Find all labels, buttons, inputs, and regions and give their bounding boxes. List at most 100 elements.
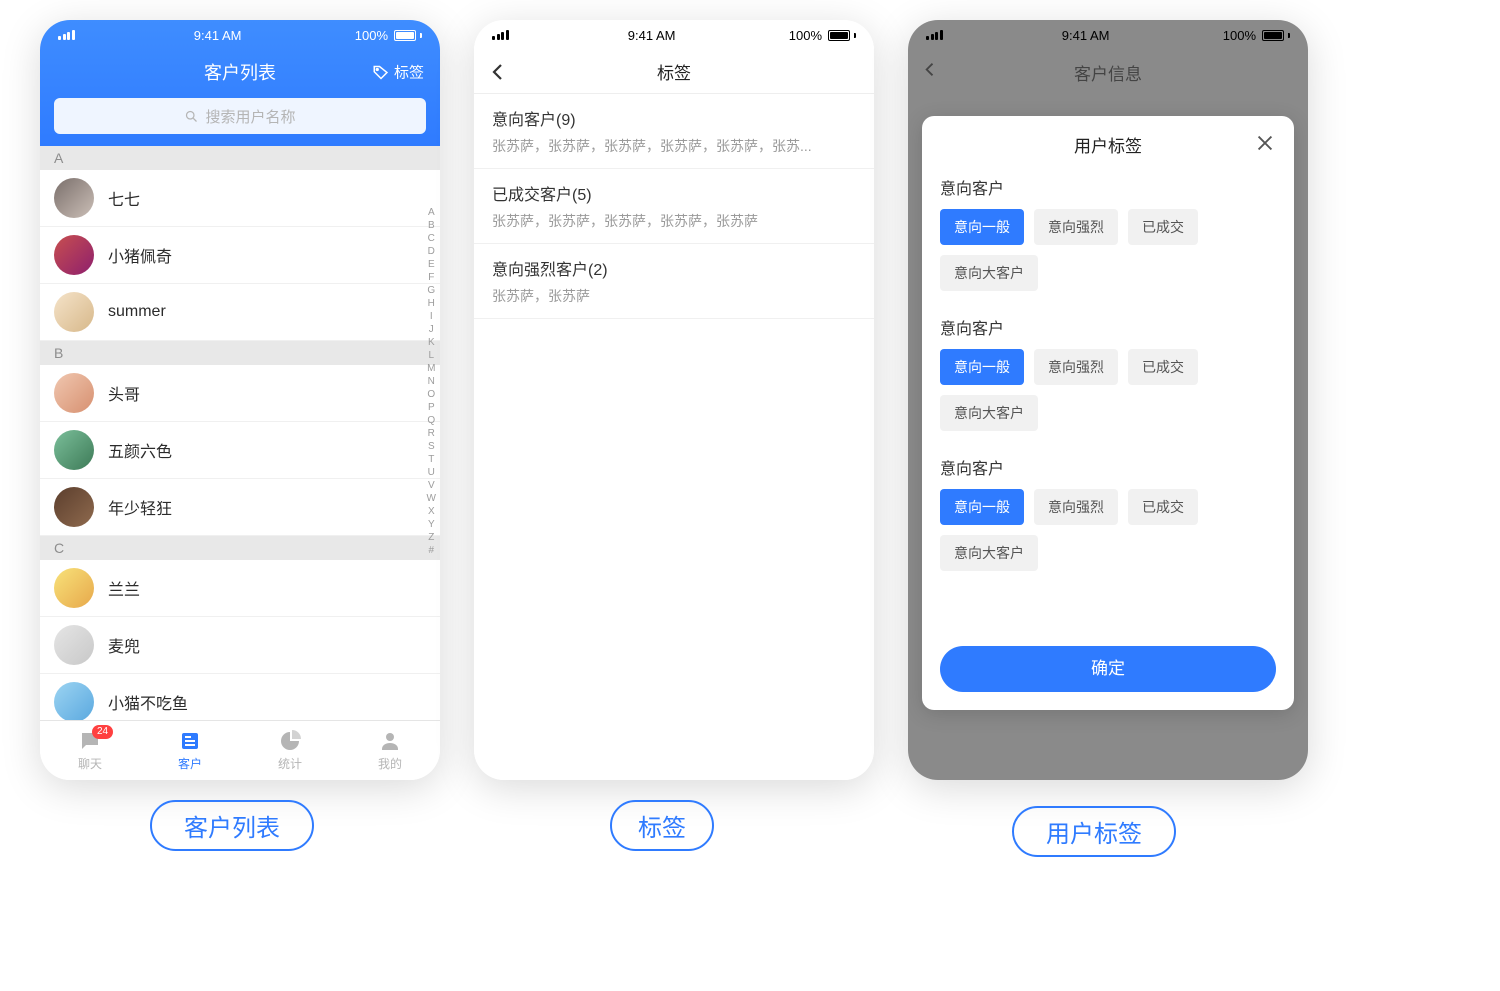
avatar (54, 568, 94, 608)
status-time: 9:41 AM (81, 28, 355, 43)
tag-chip[interactable]: 意向强烈 (1034, 209, 1118, 245)
tag-chip[interactable]: 已成交 (1128, 209, 1198, 245)
tab-stats[interactable]: 统计 (240, 721, 340, 780)
customers-icon (178, 729, 202, 753)
tag-chip[interactable]: 意向一般 (940, 209, 1024, 245)
contact-row[interactable]: 兰兰 (40, 560, 440, 617)
tag-chip[interactable]: 已成交 (1128, 489, 1198, 525)
nav-bar: 客户列表 标签 (40, 50, 440, 94)
stats-icon (278, 729, 302, 753)
avatar (54, 430, 94, 470)
group-title: 意向客户 (940, 455, 1276, 479)
caption-pill: 用户标签 (1012, 806, 1176, 857)
tags-modal: 用户标签 意向客户 意向一般 意向强烈 已成交 意向大客户 意向客户 意向一般 … (922, 116, 1294, 710)
phone-user-tags-modal: 9:41 AM 100% 客户信息 用户标签 意向客户 意向一般 意向强烈 已成… (908, 20, 1308, 780)
contact-row[interactable]: summer (40, 284, 440, 341)
contact-list[interactable]: A 七七 小猪佩奇 summer B 头哥 五颜六色 年少轻狂 C 兰兰 麦兜 … (40, 146, 440, 720)
caption-pill: 标签 (610, 800, 714, 851)
tag-section[interactable]: 已成交客户(5) 张苏萨，张苏萨，张苏萨，张苏萨，张苏萨 (474, 169, 874, 244)
badge: 24 (92, 725, 113, 739)
tag-chip[interactable]: 意向一般 (940, 349, 1024, 385)
avatar (54, 292, 94, 332)
search-icon (184, 109, 199, 124)
contact-row[interactable]: 七七 (40, 170, 440, 227)
tab-chat[interactable]: 24 聊天 (40, 721, 140, 780)
search-input[interactable]: 搜索用户名称 (54, 98, 426, 134)
back-button[interactable] (920, 60, 940, 85)
battery-icon (1262, 30, 1290, 41)
avatar (54, 487, 94, 527)
tag-section-title: 意向强烈客户(2) (492, 256, 856, 280)
contact-row[interactable]: 麦兜 (40, 617, 440, 674)
contact-row[interactable]: 小猪佩奇 (40, 227, 440, 284)
tag-section-title: 已成交客户(5) (492, 181, 856, 205)
tag-section-members: 张苏萨，张苏萨，张苏萨，张苏萨，张苏萨，张苏... (492, 136, 856, 156)
tab-mine[interactable]: 我的 (340, 721, 440, 780)
page-title: 客户信息 (1074, 60, 1142, 85)
alpha-index[interactable]: ABCDEFGHIJKLMNOPQRSTUVWXYZ# (427, 206, 436, 557)
page-title: 标签 (657, 59, 691, 84)
tag-section-members: 张苏萨，张苏萨，张苏萨，张苏萨，张苏萨 (492, 211, 856, 231)
battery-percent: 100% (1223, 28, 1256, 43)
avatar (54, 235, 94, 275)
tag-chip[interactable]: 意向大客户 (940, 535, 1038, 571)
status-bar: 9:41 AM 100% (474, 20, 874, 50)
signal-icon (926, 30, 943, 40)
phone-tags: 9:41 AM 100% 标签 意向客户(9) 张苏萨，张苏萨，张苏萨，张苏萨，… (474, 20, 874, 780)
confirm-button[interactable]: 确定 (940, 646, 1276, 692)
avatar (54, 682, 94, 720)
tab-customers[interactable]: 客户 (140, 721, 240, 780)
header: 9:41 AM 100% 客户列表 标签 搜索用户名称 (40, 20, 440, 146)
status-bar: 9:41 AM 100% (908, 20, 1308, 50)
avatar (54, 373, 94, 413)
status-bar: 9:41 AM 100% (40, 20, 440, 50)
signal-icon (58, 30, 75, 40)
group-title: 意向客户 (940, 175, 1276, 199)
battery-percent: 100% (355, 28, 388, 43)
section-header: A (40, 146, 440, 170)
section-header: B (40, 341, 440, 365)
back-button[interactable] (486, 60, 510, 84)
contact-row[interactable]: 小猫不吃鱼 (40, 674, 440, 720)
status-time: 9:41 AM (515, 28, 789, 43)
tag-group: 意向客户 意向一般 意向强烈 已成交 意向大客户 (940, 455, 1276, 571)
avatar (54, 178, 94, 218)
tags-button[interactable]: 标签 (372, 62, 424, 83)
profile-icon (378, 729, 402, 753)
tag-chip[interactable]: 意向强烈 (1034, 489, 1118, 525)
battery-icon (828, 30, 856, 41)
battery-percent: 100% (789, 28, 822, 43)
tag-chip[interactable]: 意向大客户 (940, 255, 1038, 291)
battery-icon (394, 30, 422, 41)
header: 9:41 AM 100% 标签 (474, 20, 874, 94)
tag-chip[interactable]: 已成交 (1128, 349, 1198, 385)
modal-header: 用户标签 (940, 132, 1276, 157)
signal-icon (492, 30, 509, 40)
nav-bar: 客户信息 (908, 50, 1308, 94)
close-icon (1254, 132, 1276, 154)
tab-bar: 24 聊天 客户 统计 我的 (40, 720, 440, 780)
tag-icon (372, 63, 390, 81)
tag-section-title: 意向客户(9) (492, 106, 856, 130)
tag-section[interactable]: 意向强烈客户(2) 张苏萨，张苏萨 (474, 244, 874, 319)
contact-row[interactable]: 年少轻狂 (40, 479, 440, 536)
modal-title: 用户标签 (1074, 132, 1142, 157)
tag-list[interactable]: 意向客户(9) 张苏萨，张苏萨，张苏萨，张苏萨，张苏萨，张苏... 已成交客户(… (474, 94, 874, 780)
close-button[interactable] (1254, 132, 1276, 154)
caption-pill: 客户列表 (150, 800, 314, 851)
avatar (54, 625, 94, 665)
section-header: C (40, 536, 440, 560)
tag-chip[interactable]: 意向强烈 (1034, 349, 1118, 385)
group-title: 意向客户 (940, 315, 1276, 339)
tag-section-members: 张苏萨，张苏萨 (492, 286, 856, 306)
status-time: 9:41 AM (949, 28, 1223, 43)
tag-group: 意向客户 意向一般 意向强烈 已成交 意向大客户 (940, 315, 1276, 431)
tag-section[interactable]: 意向客户(9) 张苏萨，张苏萨，张苏萨，张苏萨，张苏萨，张苏... (474, 94, 874, 169)
contact-row[interactable]: 头哥 (40, 365, 440, 422)
page-title: 客户列表 (204, 59, 276, 85)
tag-chip[interactable]: 意向大客户 (940, 395, 1038, 431)
tag-chip[interactable]: 意向一般 (940, 489, 1024, 525)
tag-group: 意向客户 意向一般 意向强烈 已成交 意向大客户 (940, 175, 1276, 291)
contact-row[interactable]: 五颜六色 (40, 422, 440, 479)
nav-bar: 标签 (474, 50, 874, 94)
